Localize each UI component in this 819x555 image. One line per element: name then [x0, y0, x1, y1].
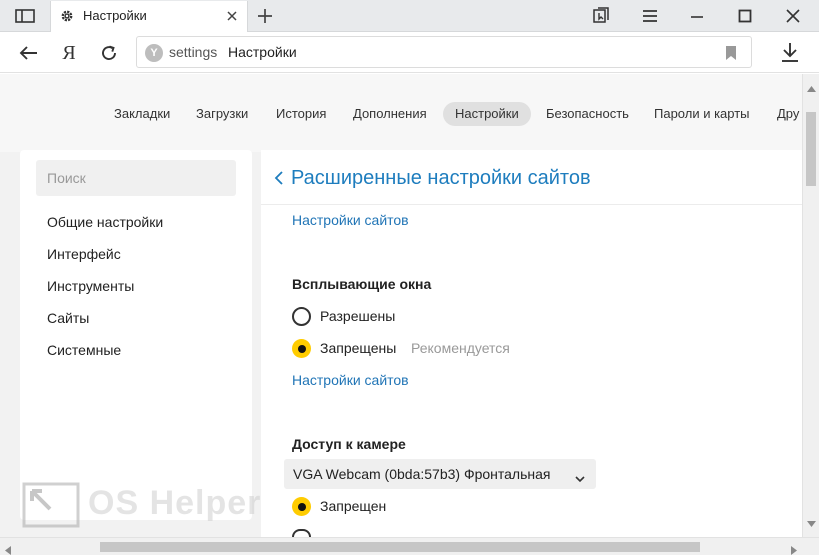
top-nav-settings[interactable]: Настройки [443, 102, 531, 126]
popups-blocked-label[interactable]: Запрещены [320, 340, 396, 356]
tab-title: Настройки [83, 8, 147, 23]
scroll-right-icon[interactable] [791, 542, 797, 555]
gear-icon [60, 9, 74, 23]
watermark-cursor-icon [22, 482, 80, 528]
top-nav-downloads[interactable]: Загрузки [184, 102, 260, 126]
top-nav-extensions[interactable]: Дополнения [341, 102, 439, 126]
popups-allowed-label[interactable]: Разрешены [320, 308, 395, 324]
camera-next-radio-partial[interactable] [292, 529, 311, 537]
site-settings-link-popups[interactable]: Настройки сайтов [292, 372, 409, 388]
popups-section-title: Всплывающие окна [292, 276, 432, 292]
close-tab-icon[interactable] [225, 9, 239, 23]
watermark-logo: OS Helper [22, 482, 282, 532]
camera-blocked-label[interactable]: Запрещен [320, 498, 386, 514]
address-bar[interactable]: Y settings Настройки [136, 36, 752, 68]
url-page-title: Настройки [228, 44, 297, 60]
back-arrow-icon[interactable] [18, 42, 40, 64]
sidebar-item-interface[interactable]: Интерфейс [47, 246, 121, 262]
recommended-note: Рекомендуется [411, 340, 510, 356]
tab-manager-icon[interactable] [590, 6, 612, 26]
download-icon[interactable] [778, 40, 802, 64]
settings-content: Расширенные настройки сайтов Настройки с… [261, 150, 802, 555]
popups-blocked-radio[interactable] [292, 339, 311, 358]
sidebar-item-tools[interactable]: Инструменты [47, 278, 134, 294]
title-bar: Настройки [0, 0, 819, 32]
browser-logo-icon: Y [145, 44, 163, 62]
sidebar-item-system[interactable]: Системные [47, 342, 121, 358]
new-tab-icon[interactable] [256, 7, 274, 25]
settings-top-nav: Закладки Загрузки История Дополнения Нас… [0, 74, 802, 152]
site-settings-link-top[interactable]: Настройки сайтов [292, 212, 409, 228]
popups-allowed-radio[interactable] [292, 307, 311, 326]
camera-device-select[interactable]: VGA Webcam (0bda:57b3) Фронтальная [284, 459, 596, 489]
menu-icon[interactable] [639, 6, 661, 26]
scroll-down-icon[interactable] [807, 514, 816, 532]
url-host: settings [169, 44, 218, 60]
back-chevron-icon[interactable] [274, 170, 284, 186]
sidebar-toggle-icon[interactable] [12, 7, 38, 25]
chevron-down-icon [575, 470, 585, 483]
sidebar-item-general[interactable]: Общие настройки [47, 214, 163, 230]
page-title: Расширенные настройки сайтов [291, 167, 591, 189]
top-nav-security[interactable]: Безопасность [534, 102, 641, 126]
yandex-logo[interactable]: Я [58, 42, 80, 64]
horizontal-scroll-thumb[interactable] [100, 542, 700, 552]
settings-sidebar: Общие настройки Интерфейс Инструменты Са… [20, 150, 252, 520]
watermark-text: OS Helper [88, 484, 262, 522]
scroll-up-icon[interactable] [807, 79, 816, 97]
camera-device-value: VGA Webcam (0bda:57b3) Фронтальная [293, 466, 551, 482]
navigation-bar: Я Y settings Настройки [0, 32, 819, 73]
bookmark-icon[interactable] [725, 46, 737, 60]
vertical-scrollbar[interactable] [802, 74, 819, 537]
maximize-icon[interactable] [734, 6, 756, 26]
top-nav-passwords[interactable]: Пароли и карты [642, 102, 762, 126]
camera-blocked-radio[interactable] [292, 497, 311, 516]
content-header: Расширенные настройки сайтов [261, 150, 802, 205]
minimize-icon[interactable] [686, 6, 708, 26]
camera-section-title: Доступ к камере [292, 436, 406, 452]
horizontal-scrollbar[interactable] [0, 537, 819, 555]
top-nav-history[interactable]: История [264, 102, 338, 126]
tab-settings[interactable]: Настройки [50, 1, 248, 32]
top-nav-bookmarks[interactable]: Закладки [102, 102, 182, 126]
sidebar-item-sites[interactable]: Сайты [47, 310, 89, 326]
vertical-scroll-thumb[interactable] [806, 112, 816, 186]
scroll-left-icon[interactable] [5, 542, 11, 555]
close-window-icon[interactable] [782, 6, 804, 26]
reload-icon[interactable] [98, 42, 120, 64]
search-input[interactable] [36, 160, 236, 196]
